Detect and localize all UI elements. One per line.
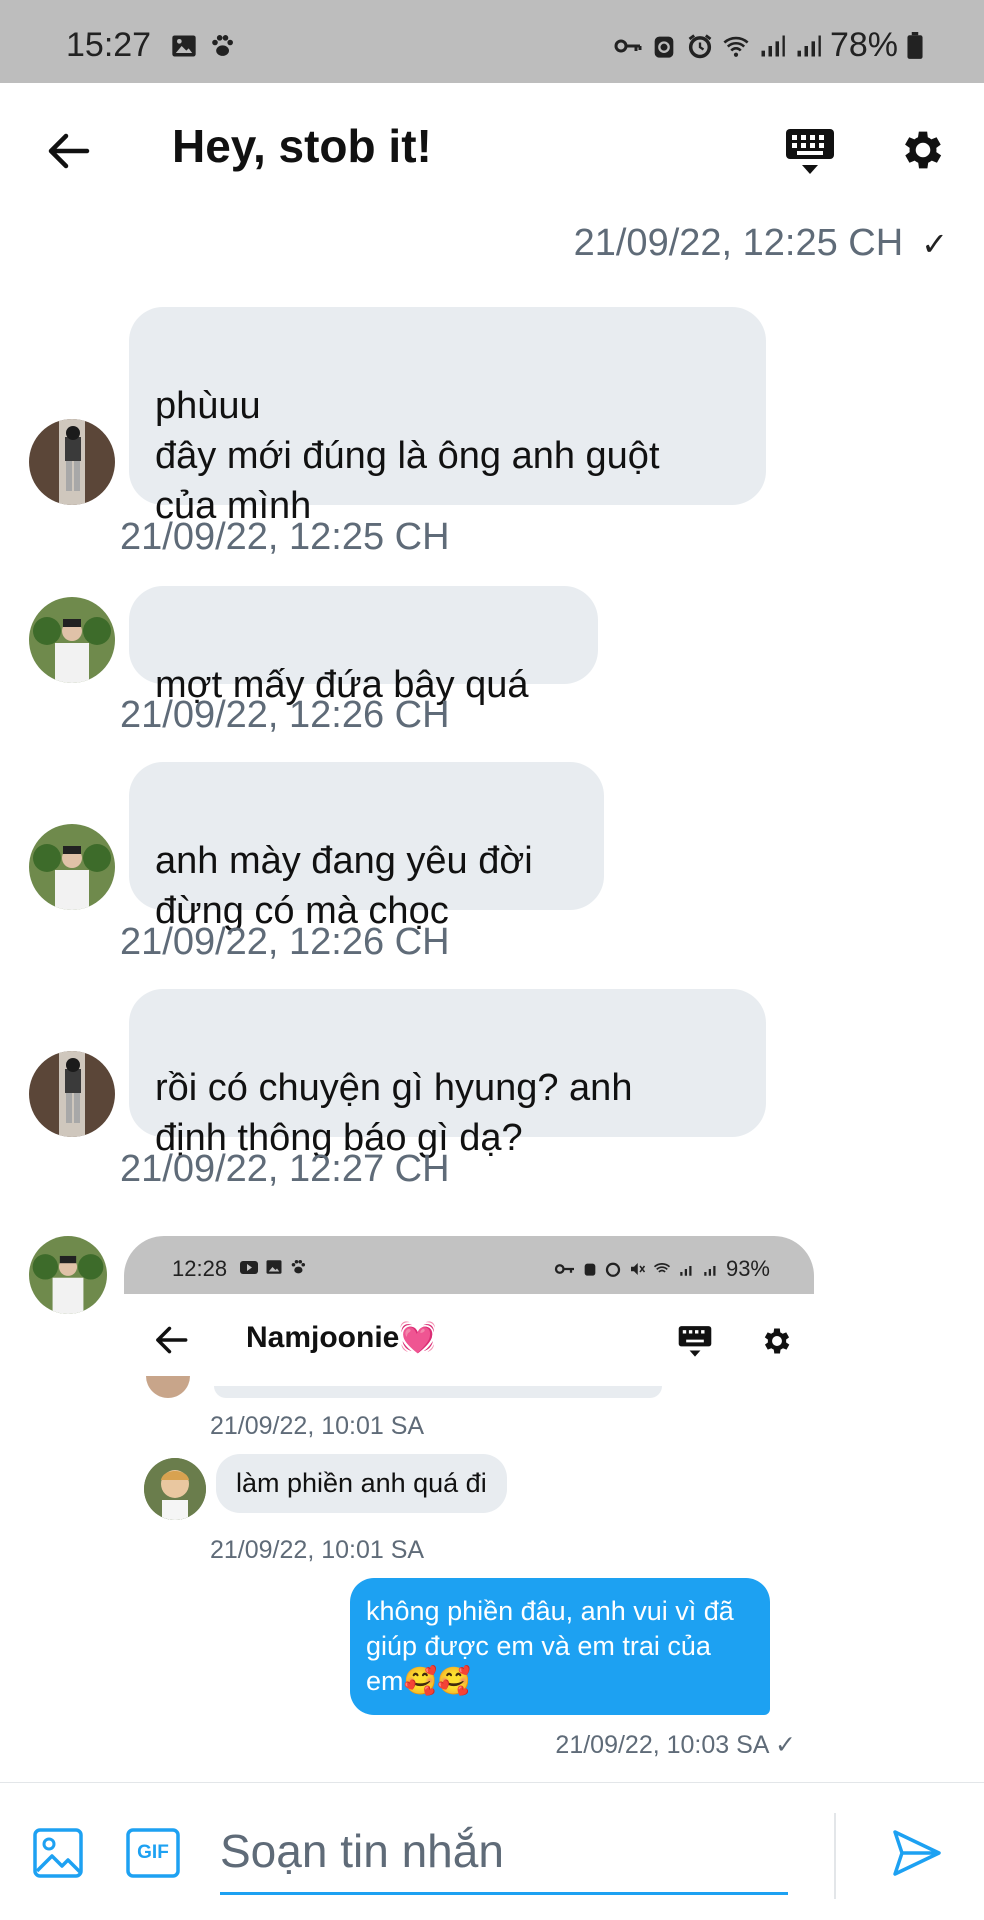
gallery-icon [266,1260,282,1274]
embedded-message-bubble: làm phiền anh quá đi [216,1454,507,1513]
status-time: 15:27 [66,26,152,64]
embedded-bubble-partial [214,1386,662,1398]
read-check-icon: ✓ [921,225,948,262]
battery-percent: 78% [829,26,898,64]
arrow-left-icon [156,1326,188,1354]
message-bubble[interactable]: anh mày đang yêu đời đừng có mà chọc [129,762,604,932]
message-text: phùuu đây mới đúng là ông anh guột của m… [155,385,660,527]
wifi-icon [653,1263,671,1273]
shared-screenshot-image[interactable]: 12:28 93% Namjoonie💓 21/09/22, 10:01 SA … [124,1236,814,1760]
status-bar: 15:27 78% [0,0,984,83]
add-image-button[interactable] [32,1827,84,1884]
recycle-icon [584,1263,596,1276]
arrow-left-icon [48,133,90,169]
message-bubble[interactable]: mợt mấy đứa bây quá [129,586,598,706]
keyboard-icon [678,1326,712,1357]
keyboard-shortcuts-button[interactable] [782,123,838,179]
embedded-timestamp: 21/09/22, 10:01 SA [210,1536,425,1564]
message-timestamp: 21/09/22, 12:27 CH [120,1148,450,1190]
avatar[interactable] [29,1236,107,1314]
signal-icon [761,35,785,56]
key-icon [614,39,642,52]
conversation-title: Hey, stob it! [172,120,432,172]
keyboard-icon [786,129,834,174]
embedded-title: Namjoonie💓 [246,1321,437,1354]
send-button[interactable] [892,1829,942,1882]
message-timestamp: 21/09/22, 12:26 CH [120,921,450,963]
message-timestamp: 21/09/22, 12:25 CH [120,516,450,558]
signal-icon-2 [797,35,821,56]
embedded-avatar-partial [146,1376,190,1398]
message-timestamp: 21/09/22, 12:26 CH [120,694,450,736]
gear-icon [905,131,942,169]
send-icon [893,1830,941,1876]
back-button[interactable] [40,123,96,179]
key-icon [554,1264,574,1274]
recycle-icon [654,36,674,58]
gear-icon [764,1328,790,1354]
avatar[interactable] [29,1051,115,1137]
embedded-timestamp: 21/09/22, 10:03 SA ✓ [555,1731,796,1759]
gif-label: GIF [137,1842,169,1863]
signal-icon-2 [704,1266,716,1276]
avatar[interactable] [29,824,115,910]
embedded-avatar [144,1458,206,1520]
message-text: rồi có chuyện gì hyung? anh định thông b… [155,1067,633,1159]
wifi-icon [723,36,749,57]
embedded-status-bar: 12:28 93% [124,1236,814,1294]
signal-icon [680,1266,692,1276]
avatar[interactable] [29,597,115,683]
avatar[interactable] [29,419,115,505]
embedded-own-message: không phiền đâu, anh vui vì đã giúp được… [350,1578,770,1715]
alarm-icon [605,1262,621,1277]
message-bubble[interactable]: phùuu đây mới đúng là ông anh guột của m… [129,307,766,527]
message-input[interactable] [220,1809,788,1895]
gallery-icon [172,35,196,57]
paw-icon [291,1259,306,1274]
mute-icon [630,1263,646,1275]
settings-button[interactable] [898,125,954,181]
paw-icon [212,35,233,56]
composer-divider [834,1813,836,1899]
message-bubble[interactable]: rồi có chuyện gì hyung? anh định thông b… [129,989,766,1159]
youtube-icon [240,1261,258,1274]
embedded-timestamp: 21/09/22, 10:01 SA [210,1412,425,1440]
message-composer: GIF [0,1782,984,1920]
chat-header: Hey, stob it! [0,83,984,213]
own-message-timestamp: 21/09/22, 12:25 CH ✓ [573,222,948,264]
embedded-battery: 93% [725,1256,770,1281]
battery-icon [907,31,923,59]
alarm-icon [688,33,712,58]
add-gif-button[interactable]: GIF [126,1827,180,1884]
image-icon [33,1828,83,1878]
message-text: anh mày đang yêu đời đừng có mà chọc [155,840,533,932]
